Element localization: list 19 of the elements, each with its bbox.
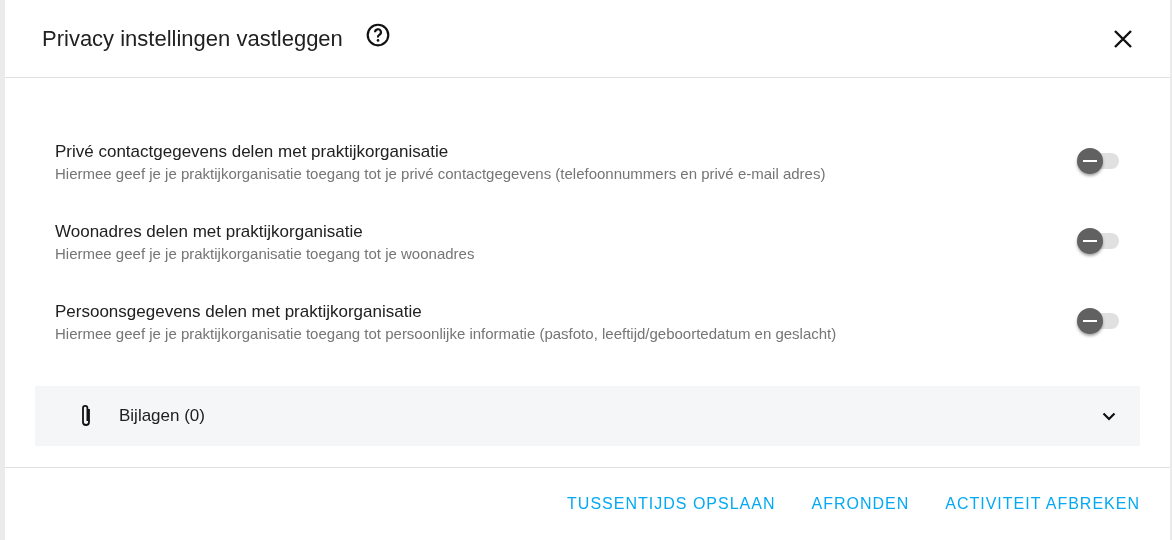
- close-button[interactable]: [1114, 29, 1132, 48]
- attachments-label: Bijlagen (0): [119, 406, 206, 426]
- dialog-title: Privacy instellingen vastleggen: [42, 25, 343, 52]
- setting-title: Woonadres delen met praktijkorganisatie: [55, 222, 364, 242]
- toggle-switch[interactable]: [1077, 148, 1119, 176]
- setting-description: Hiermee geef je je praktijkorganisatie toegang tot persoonlijke informatie (pasfoto, leeftijd/geboortedatum en geslacht): [55, 325, 838, 342]
- setting-description: Hiermee geef je je praktijkorganisatie toegang tot je woonadres: [55, 245, 476, 262]
- setting-title: Privé contactgegevens delen met praktijkorganisatie: [55, 142, 450, 162]
- setting-description: Hiermee geef je je praktijkorganisatie toegang tot je privé contactgegevens (telefoonnummers en privé e-mail adres): [55, 165, 827, 182]
- help-button[interactable]: [364, 21, 391, 48]
- attachments-panel[interactable]: Bijlagen (0): [35, 386, 1140, 446]
- footer-button[interactable]: TUSSENTIJDS OPSLAAN: [553, 487, 790, 521]
- setting-title: Persoonsgegevens delen met praktijkorganisatie: [55, 302, 423, 322]
- toggle-switch[interactable]: [1077, 228, 1119, 256]
- toggle-switch[interactable]: [1077, 308, 1119, 336]
- paperclip-icon: [79, 403, 93, 429]
- footer-button[interactable]: AFRONDEN: [797, 487, 924, 521]
- footer-button[interactable]: ACTIVITEIT AFBREKEN: [931, 487, 1154, 521]
- chevron-icon: [1102, 411, 1116, 421]
